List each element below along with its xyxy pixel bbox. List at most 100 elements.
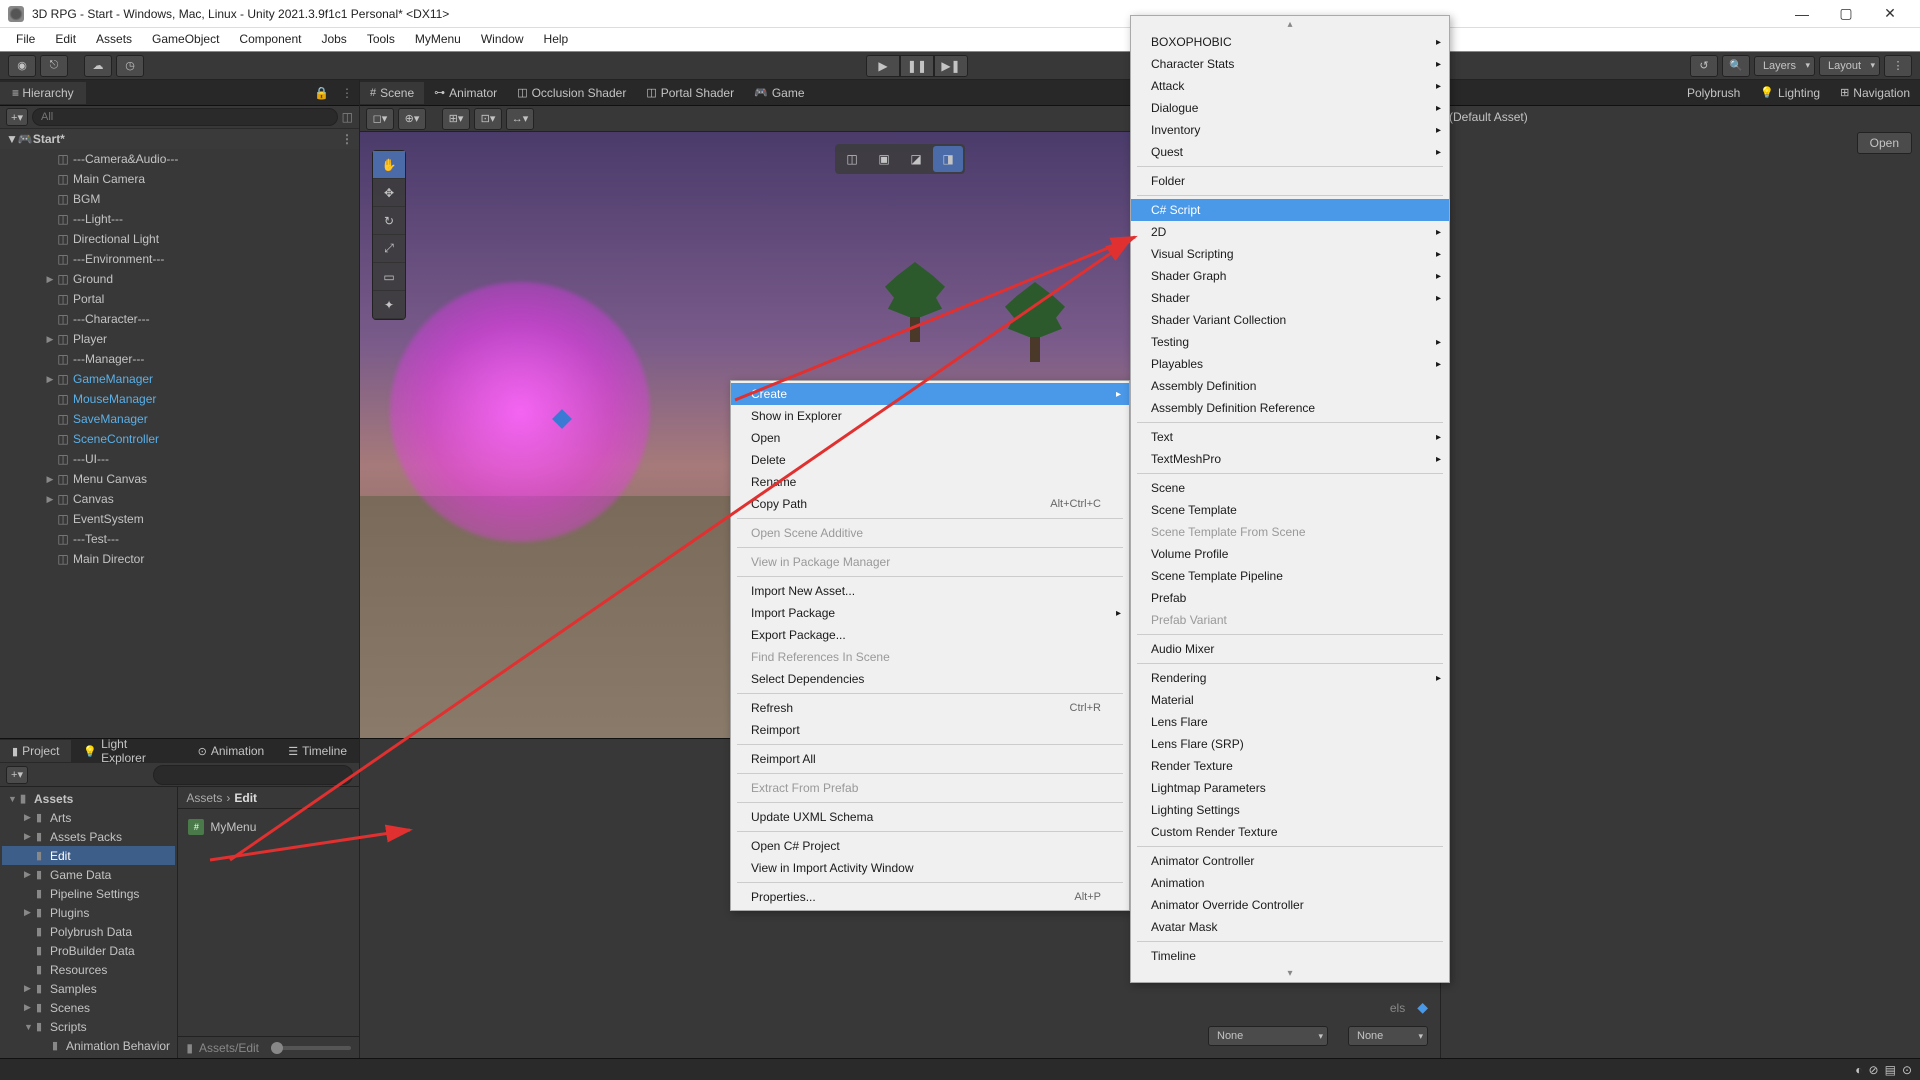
hierarchy-item[interactable]: ▶◫Menu Canvas [0,469,359,489]
grid-toggle[interactable]: ⊞▾ [442,108,470,130]
scale-tool[interactable]: ⤢ [373,235,405,263]
project-tree-item[interactable]: ▮Edit [2,846,175,865]
menu-gameobject[interactable]: GameObject [142,28,229,51]
context-menu-item[interactable]: 2D [1131,221,1449,243]
breadcrumb-assets[interactable]: Assets [186,791,222,805]
scene-cube-icon[interactable]: ◫ [837,146,867,172]
menu-icon[interactable]: ⋮ [1884,55,1912,77]
project-tree-item[interactable]: ▼▮Assets [2,789,175,808]
context-menu-item[interactable]: Shader Graph [1131,265,1449,287]
tab-polybrush[interactable]: Polybrush [1677,82,1750,104]
context-menu-item[interactable]: Import New Asset... [731,580,1129,602]
context-menu-item[interactable]: Shader [1131,287,1449,309]
hierarchy-item[interactable]: ◫SaveManager [0,409,359,429]
increment-toggle[interactable]: ↔▾ [506,108,534,130]
context-menu-item[interactable]: Inventory [1131,119,1449,141]
account-icon[interactable]: ◉ [8,55,36,77]
context-menu-item[interactable]: Animation [1131,872,1449,894]
context-menu-item[interactable]: View in Import Activity Window [731,857,1129,879]
tab-scene[interactable]: # Scene [360,82,424,104]
project-tree-item[interactable]: ▶▮Arts [2,808,175,827]
hierarchy-item[interactable]: ▶◫Ground [0,269,359,289]
context-menu-item[interactable]: Text [1131,426,1449,448]
scene-row[interactable]: ▼ 🎮 Start* ⋮ [0,129,359,149]
timeline-tab[interactable]: ☰ Timeline [276,740,359,762]
cloud-icon[interactable]: ☁ [84,55,112,77]
tab-navigation[interactable]: ⊞ Navigation [1830,82,1920,104]
tab-animator[interactable]: ⊶ Animator [424,82,507,104]
context-menu-item[interactable]: Rendering [1131,667,1449,689]
context-menu-item[interactable]: Create [731,383,1129,405]
status-icon-4[interactable]: ⊙ [1902,1063,1912,1077]
context-menu-item[interactable]: Reimport [731,719,1129,741]
context-menu-item[interactable]: TextMeshPro [1131,448,1449,470]
hierarchy-item[interactable]: ◫---Manager--- [0,349,359,369]
snap-toggle[interactable]: ⊡▾ [474,108,502,130]
hierarchy-item[interactable]: ◫---Light--- [0,209,359,229]
animation-tab[interactable]: ⊙ Animation [186,740,277,762]
rotate-tool[interactable]: ↻ [373,207,405,235]
status-icon-2[interactable]: ⊘ [1869,1063,1879,1077]
status-icon-1[interactable]: ◐ [1855,1063,1862,1077]
slot-dropdown-1[interactable]: None [1208,1026,1328,1046]
context-menu-item[interactable]: Folder [1131,170,1449,192]
hierarchy-item[interactable]: ▶◫GameManager [0,369,359,389]
hierarchy-search[interactable] [32,108,338,126]
minimize-button[interactable]: — [1780,0,1824,28]
tab-occlusion[interactable]: ◫ Occlusion Shader [507,82,636,104]
context-menu-item[interactable]: Select Dependencies [731,668,1129,690]
context-menu-item[interactable]: Audio Mixer [1131,638,1449,660]
menu-edit[interactable]: Edit [45,28,86,51]
hierarchy-item[interactable]: ▶◫Player [0,329,359,349]
context-menu-item[interactable]: Scene [1131,477,1449,499]
context-menu-item[interactable]: RefreshCtrl+R [731,697,1129,719]
tab-portal[interactable]: ◫ Portal Shader [636,82,744,104]
context-menu-item[interactable]: Visual Scripting [1131,243,1449,265]
context-menu-item[interactable]: Copy PathAlt+Ctrl+C [731,493,1129,515]
project-tree-item[interactable]: ▮Animation Behavior [2,1036,175,1055]
hierarchy-item[interactable]: ◫Main Director [0,549,359,569]
hierarchy-item[interactable]: ◫MouseManager [0,389,359,409]
maximize-button[interactable]: ▢ [1824,0,1868,28]
context-menu-item[interactable]: Render Texture [1131,755,1449,777]
step-button[interactable]: ▶❚ [934,55,968,77]
context-menu-item[interactable]: Attack [1131,75,1449,97]
project-tree-item[interactable]: ▮ProBuilder Data [2,941,175,960]
context-menu-item[interactable]: Playables [1131,353,1449,375]
hierarchy-item[interactable]: ◫Main Camera [0,169,359,189]
version-control-icon[interactable]: ◷ [116,55,144,77]
context-menu-item[interactable]: Import Package [731,602,1129,624]
project-tab[interactable]: ▮ Project [0,740,71,762]
hierarchy-item[interactable]: ◫---Test--- [0,529,359,549]
project-tree-item[interactable]: ▶▮Game Data [2,865,175,884]
project-tree-item[interactable]: ▶▮Assets Packs [2,827,175,846]
context-menu-item[interactable]: Export Package... [731,624,1129,646]
menu-jobs[interactable]: Jobs [311,28,356,51]
undo-history-icon[interactable]: ↺ [1690,55,1718,77]
context-menu-item[interactable]: Open C# Project [731,835,1129,857]
context-menu-item[interactable]: Lens Flare [1131,711,1449,733]
slider-thumb[interactable] [271,1046,351,1050]
draw-mode-dropdown[interactable]: ◻▾ [366,108,394,130]
pause-button[interactable]: ❚❚ [900,55,934,77]
panel-lock-icon[interactable]: 🔒 [308,86,335,100]
scroll-up-arrow[interactable]: ▴ [1131,18,1449,31]
context-menu-item[interactable]: Avatar Mask [1131,916,1449,938]
context-menu-item[interactable]: Quest [1131,141,1449,163]
close-button[interactable]: ✕ [1868,0,1912,28]
context-menu-item[interactable]: Update UXML Schema [731,806,1129,828]
context-menu-item[interactable]: Delete [731,449,1129,471]
context-menu-item[interactable]: Assembly Definition Reference [1131,397,1449,419]
context-menu-item[interactable]: Show in Explorer [731,405,1129,427]
context-menu-item[interactable]: Scene Template Pipeline [1131,565,1449,587]
move-tool[interactable]: ✥ [373,179,405,207]
hierarchy-item[interactable]: ◫BGM [0,189,359,209]
transform-tool[interactable]: ✦ [373,291,405,319]
context-menu-item[interactable]: Timeline [1131,945,1449,967]
context-menu-item[interactable]: Prefab [1131,587,1449,609]
context-menu-item[interactable]: Material [1131,689,1449,711]
project-tree-item[interactable]: ▮Polybrush Data [2,922,175,941]
project-tree-item[interactable]: ▶▮Samples [2,979,175,998]
services-icon[interactable]: ⎋ [40,55,68,77]
play-button[interactable]: ▶ [866,55,900,77]
